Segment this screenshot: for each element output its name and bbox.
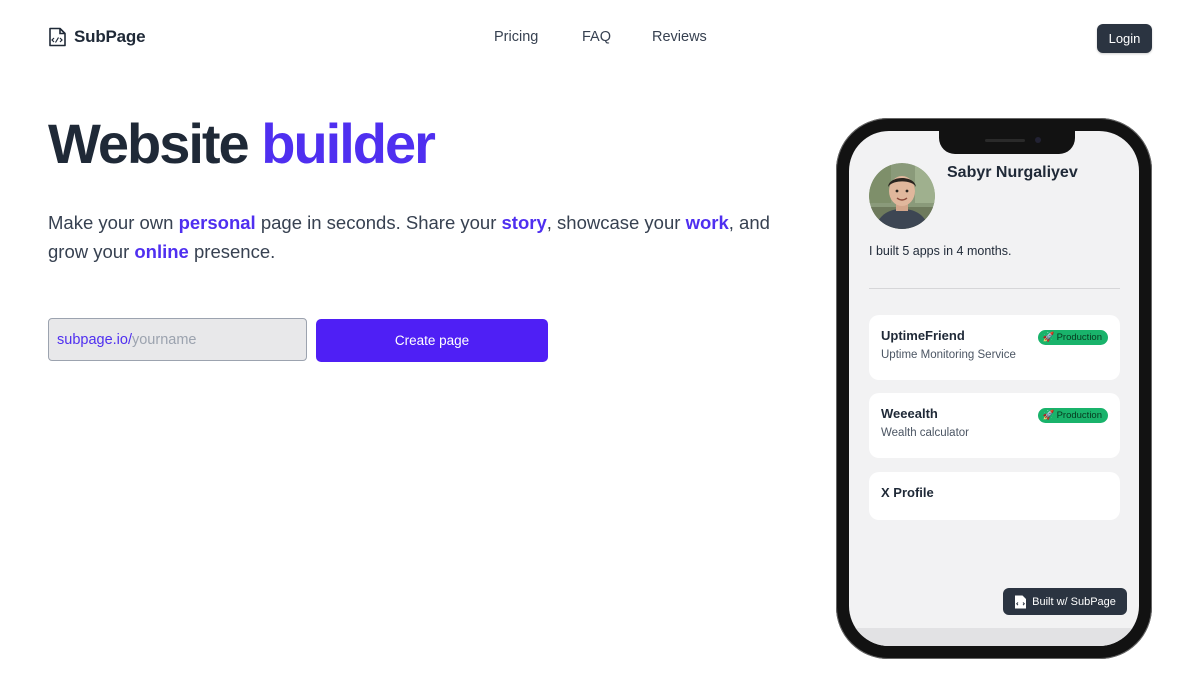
- camera-dot: [1035, 137, 1041, 143]
- hero-title-accent: builder: [261, 112, 436, 175]
- username-field[interactable]: subpage.io/: [48, 318, 307, 361]
- subtitle-highlight: work: [685, 212, 729, 233]
- status-badge: 🚀 Production: [1037, 408, 1108, 423]
- hero-title: Website builder: [48, 108, 436, 180]
- hero-title-plain: Website: [48, 112, 250, 175]
- create-page-button[interactable]: Create page: [316, 319, 548, 362]
- logo[interactable]: SubPage: [48, 27, 146, 47]
- code-file-icon: [1015, 595, 1027, 608]
- rocket-icon: 🚀: [1042, 332, 1055, 343]
- subtitle-text: Make your own: [48, 212, 179, 233]
- built-with-label: Built w/ SubPage: [1032, 595, 1116, 608]
- hero-subtitle: Make your own personal page in seconds. …: [48, 208, 788, 266]
- subtitle-highlight: online: [134, 241, 189, 262]
- code-file-icon: [49, 27, 66, 47]
- subtitle-highlight: story: [501, 212, 547, 233]
- nav-reviews[interactable]: Reviews: [652, 29, 707, 45]
- badge-label: Production: [1056, 410, 1102, 421]
- card-description: Uptime Monitoring Service: [881, 349, 1016, 361]
- badge-label: Production: [1056, 332, 1102, 343]
- status-badge: 🚀 Production: [1037, 330, 1108, 345]
- phone-mockup: Sabyr Nurgaliyev I built 5 apps in 4 mon…: [836, 118, 1152, 659]
- project-card[interactable]: X Profile: [869, 472, 1120, 520]
- url-prefix: subpage.io/: [57, 331, 132, 348]
- screen-bottom-bar: [849, 628, 1139, 646]
- profile-name: Sabyr Nurgaliyev: [947, 164, 1078, 181]
- card-description: Wealth calculator: [881, 427, 969, 439]
- nav-pricing[interactable]: Pricing: [494, 29, 538, 45]
- username-input[interactable]: [131, 331, 282, 348]
- phone-notch: [939, 131, 1075, 154]
- avatar: [869, 163, 935, 229]
- speaker-grille: [985, 139, 1025, 142]
- project-card[interactable]: Weeealth Wealth calculator 🚀 Production: [869, 393, 1120, 458]
- built-with-badge[interactable]: Built w/ SubPage: [1003, 588, 1127, 615]
- phone-screen: Sabyr Nurgaliyev I built 5 apps in 4 mon…: [849, 131, 1139, 646]
- nav-faq[interactable]: FAQ: [582, 29, 611, 45]
- project-card[interactable]: UptimeFriend Uptime Monitoring Service 🚀…: [869, 315, 1120, 380]
- rocket-icon: 🚀: [1042, 410, 1055, 421]
- subtitle-text: presence.: [188, 241, 276, 262]
- subtitle-highlight: personal: [178, 212, 256, 233]
- profile-bio: I built 5 apps in 4 months.: [869, 244, 1012, 258]
- header: SubPage Pricing FAQ Reviews Login: [0, 0, 1200, 76]
- divider: [869, 288, 1120, 289]
- subtitle-text: page in seconds. Share your: [255, 212, 502, 233]
- subtitle-text: , showcase your: [546, 212, 686, 233]
- card-title: X Profile: [881, 485, 934, 500]
- login-button[interactable]: Login: [1097, 24, 1152, 53]
- logo-text: SubPage: [74, 27, 146, 46]
- avatar-photo: [869, 163, 935, 229]
